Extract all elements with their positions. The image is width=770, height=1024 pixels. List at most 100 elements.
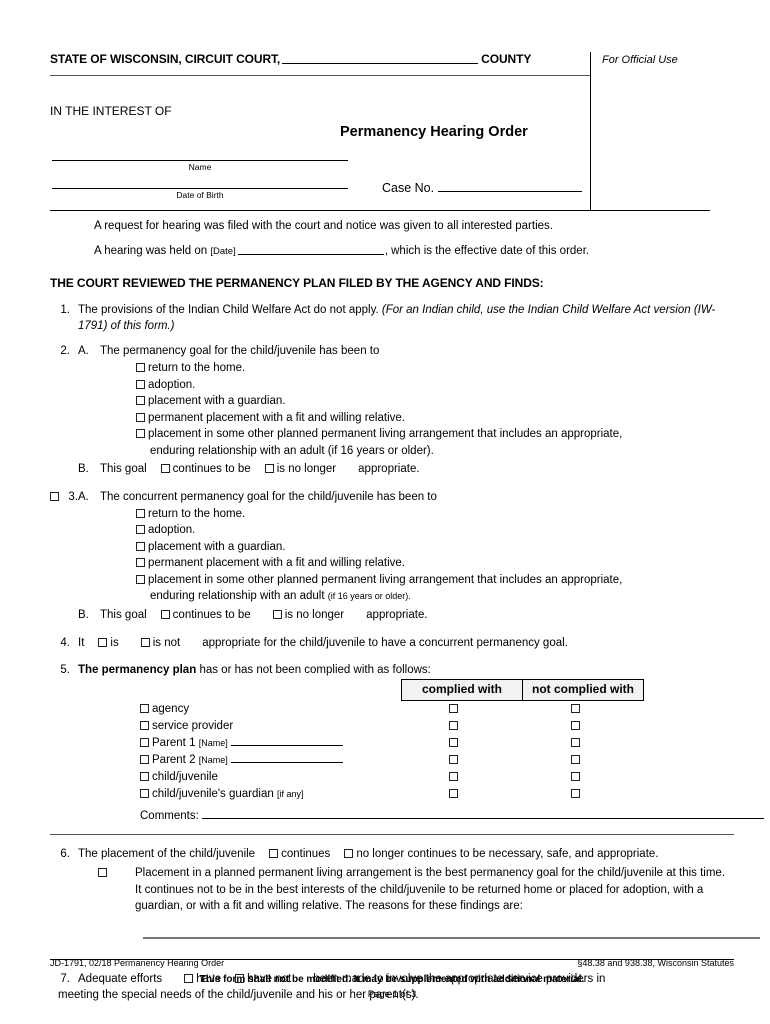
form-title: Permanency Hearing Order [340,124,528,140]
table-row: Parent 2 [Name] [78,752,734,769]
not-complied-checkbox-icon-5[interactable] [571,789,580,799]
checkbox-icon[interactable] [136,412,145,422]
item-3-cont-small: (if 16 years or older). [327,591,411,602]
not-complied-checkbox-icon-1[interactable] [571,721,580,731]
item-2-sub-a: A. The permanency goal for the child/juv… [78,343,734,360]
checkbox-icon[interactable] [136,541,145,551]
parent-2-name-field[interactable] [230,752,343,764]
checkbox-icon[interactable] [140,772,149,782]
item-6-blank-line-1[interactable] [143,936,760,939]
checkbox-icon[interactable] [140,738,149,748]
compliance-row-0[interactable]: agency [140,703,189,715]
item-6-number: 6. [60,847,70,860]
case-number-label: Case No. [382,181,435,195]
not-complied-checkbox-icon-2[interactable] [571,738,580,748]
item-3-option-3-label: permanent placement with a fit and willi… [148,557,405,570]
not-complied-checkbox-icon-3[interactable] [571,755,580,765]
dob-blank-field[interactable] [52,188,348,189]
item-6-first-line: The placement of the child/juvenile conti… [78,846,734,862]
checkbox-icon[interactable] [136,396,145,406]
checkbox-icon[interactable] [136,558,145,568]
item-3-option-4[interactable]: placement in some other planned permanen… [136,572,734,589]
checkbox-icon[interactable] [140,704,149,714]
checkbox-icon[interactable] [160,464,170,474]
item-3-cont-main: enduring relationship with an adult [150,590,325,603]
item-6-paragraph-checkbox-icon[interactable] [98,867,107,877]
item-2-number: 2. [60,345,70,358]
item-6: 6. The placement of the child/juvenile co… [50,846,760,939]
complied-checkbox-icon-3[interactable] [449,755,458,765]
checkbox-icon[interactable] [136,574,145,584]
item-3-option-0[interactable]: return to the home. [136,506,734,523]
item-2-option-4-label: placement in some other planned permanen… [148,428,623,441]
item-2-option-1[interactable]: adoption. [136,377,734,394]
caption-block: STATE OF WISCONSIN, CIRCUIT COURT, COUNTY… [50,52,710,211]
not-complied-checkbox-icon-0[interactable] [571,704,580,714]
item-2-option-0-label: return to the home. [148,361,246,374]
compliance-row-5-label: child/juvenile's guardian [152,788,274,801]
item-3-option-1[interactable]: adoption. [136,522,734,539]
not-complied-checkbox-icon-4[interactable] [571,772,580,782]
comments-field[interactable] [201,809,764,820]
checkbox-icon[interactable] [140,721,149,731]
caption-left: STATE OF WISCONSIN, CIRCUIT COURT, COUNTY… [50,52,590,210]
compliance-row-3-label: Parent 2 [152,754,196,767]
complied-checkbox-icon-5[interactable] [449,789,458,799]
item-6-option-2: no longer continues to be necessary, saf… [356,847,659,860]
item-3-option-4-continuation: enduring relationship with an adult (if … [150,588,734,605]
complied-checkbox-icon-4[interactable] [449,772,458,782]
item-3-option-1-label: adoption. [148,524,196,537]
table-row: child/juvenile's guardian [if any] [78,786,734,803]
item-3-number: 3. [68,490,78,503]
compliance-row-4[interactable]: child/juvenile [140,771,218,783]
complied-checkbox-icon-0[interactable] [449,704,458,714]
item-2-option-4[interactable]: placement in some other planned permanen… [136,426,734,443]
checkbox-icon[interactable] [344,848,354,858]
checkbox-icon[interactable] [136,362,145,372]
item-2-option-3[interactable]: permanent placement with a fit and willi… [136,410,734,427]
checkbox-icon[interactable] [136,525,145,535]
checkbox-icon[interactable] [136,508,145,518]
item-2-option-0[interactable]: return to the home. [136,360,734,377]
court-title-line: STATE OF WISCONSIN, CIRCUIT COURT, COUNTY [50,52,590,76]
complied-checkbox-icon-2[interactable] [449,738,458,748]
checkbox-icon[interactable] [136,429,145,439]
compliance-row-2[interactable]: Parent 1 [Name] [140,737,343,749]
checkbox-icon[interactable] [160,609,170,619]
footer-statute-reference: §48.38 and 938.38, Wisconsin Statutes [577,958,734,968]
table-row: agency [78,701,734,718]
item-1-text: The provisions of the Indian Child Welfa… [78,303,379,316]
case-number-field[interactable] [438,180,583,192]
checkbox-icon[interactable] [272,609,282,619]
state-court-label: STATE OF WISCONSIN, CIRCUIT COURT, [50,52,281,66]
checkbox-icon[interactable] [269,848,279,858]
checkbox-icon[interactable] [140,637,150,647]
form-page: STATE OF WISCONSIN, CIRCUIT COURT, COUNTY… [0,0,770,1024]
item-3-checkbox-icon[interactable] [50,491,59,501]
item-3-option-2[interactable]: placement with a guardian. [136,539,734,556]
name-blank-field[interactable] [52,160,348,161]
compliance-row-3[interactable]: Parent 2 [Name] [140,754,343,766]
item-1-number: 1. [60,303,70,316]
checkbox-icon[interactable] [136,379,145,389]
item-2-option-2-label: placement with a guardian. [148,395,286,408]
item-1-body: The provisions of the Indian Child Welfa… [78,302,734,335]
checkbox-icon[interactable] [98,637,108,647]
checkbox-icon[interactable] [140,789,149,799]
item-2-sub-a-text: The permanency goal for the child/juveni… [100,345,380,358]
compliance-row-5[interactable]: child/juvenile's guardian [if any] [140,788,303,800]
county-blank-field[interactable] [282,52,479,64]
checkbox-icon[interactable] [140,755,149,765]
compliance-row-1[interactable]: service provider [140,720,233,732]
item-3-option-3[interactable]: permanent placement with a fit and willi… [136,555,734,572]
hearing-date-field[interactable] [237,244,384,256]
checkbox-icon[interactable] [264,464,274,474]
item-2-b-option-1: continues to be [172,463,251,476]
item-2-sub-a-label: A. [78,345,89,358]
item-3-option-4-label: placement in some other planned permanen… [148,573,623,586]
complied-checkbox-icon-1[interactable] [449,721,458,731]
parent-1-name-field[interactable] [230,735,343,747]
comments-row: Comments: [140,808,764,824]
footer-top-row: JD-1791, 02/18 Permanency Hearing Order … [50,958,734,971]
item-2-option-2[interactable]: placement with a guardian. [136,393,734,410]
